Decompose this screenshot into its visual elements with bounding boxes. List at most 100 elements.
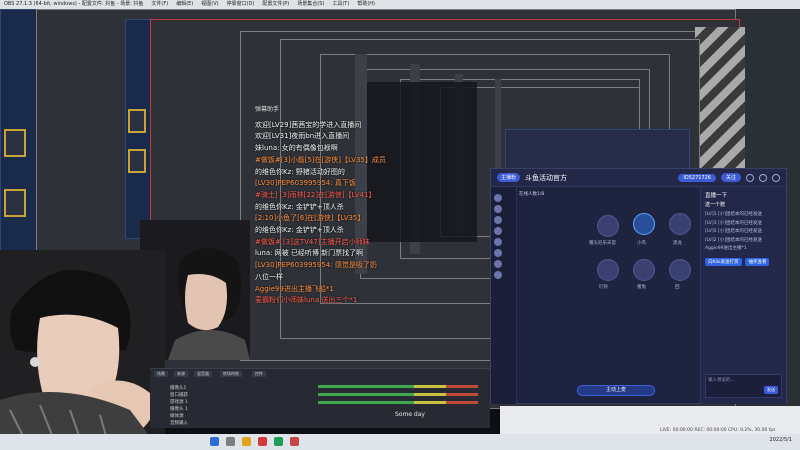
wall-picture xyxy=(128,149,146,173)
online-count: 在线人数1/8 xyxy=(519,192,545,197)
danmaku-line: [LV30]PEP603995954: 真下饭 xyxy=(255,179,356,188)
danmaku-line: 欢迎[LV29]茜茜宝的学进入直播间 xyxy=(255,120,362,129)
side-chat-line: [LV]3 [小]团结本的已经发送 xyxy=(705,220,762,226)
danmaku-line: 欢迎[LV31]夜雨bn进入直播间 xyxy=(255,132,350,141)
side-chat-line: [LV]1 [小]团结本的已经发送 xyxy=(705,212,762,217)
voice-stage: 猪头尼乐天官 小鸟 黑龙 叮铃 猪兔 回 主动上麦 xyxy=(557,187,700,404)
wall-picture xyxy=(4,129,26,157)
audio-meter xyxy=(318,401,478,404)
chip-row: 向Kiki发送打赏 抽奖查看 xyxy=(705,257,782,266)
start-icon[interactable] xyxy=(210,437,219,446)
menu-item[interactable]: 文件(F) xyxy=(151,1,168,7)
clock: 2022/5/1 xyxy=(769,437,792,443)
user-avatar[interactable] xyxy=(494,194,502,202)
close-icon[interactable] xyxy=(772,173,780,182)
side-chat-line: [LV]5 [小]团结本的已经发送 xyxy=(705,229,762,234)
danmaku-line: #骑士] [3]雨林[22]在[游侠]【LV41】 xyxy=(255,190,376,199)
audio-meter xyxy=(318,393,478,396)
online-list: 在线人数1/8 xyxy=(517,187,557,404)
user-avatar[interactable] xyxy=(494,216,502,224)
source-item[interactable]: 窗口捕获 xyxy=(170,392,290,399)
source-item[interactable]: 音频输入 xyxy=(170,420,290,427)
side-chat-line: Aggie99进出主播*1 xyxy=(705,246,747,251)
danmaku-line: Aggie99进出主播飞船*1 xyxy=(255,284,334,293)
danmaku-lines: 欢迎[LV29]茜茜宝的学进入直播间 欢迎[LV31]夜雨bn进入直播间 妹luna… xyxy=(255,120,500,307)
room-name: 斗鱼活动官方 xyxy=(525,173,568,182)
user-avatar[interactable] xyxy=(494,271,502,279)
menu-item[interactable]: 编辑(E) xyxy=(176,1,193,7)
app-icon[interactable] xyxy=(274,437,283,446)
user-avatar[interactable] xyxy=(494,249,502,257)
source-list: 摄像头1 窗口捕获 游戏源 1 摄像头 1 媒体源 音频输入 xyxy=(170,385,290,427)
app-icon[interactable] xyxy=(290,437,299,446)
source-item[interactable]: 摄像头1 xyxy=(170,385,290,392)
user-avatar[interactable] xyxy=(494,260,502,268)
danmaku-line: luna: 网被 已经听博 新门票找了啊 xyxy=(255,249,364,258)
seat-label: 猪兔 xyxy=(637,285,646,290)
menu-item[interactable]: 配置文件(P) xyxy=(262,1,289,7)
side-subtitle: 送一个赠 xyxy=(705,202,726,208)
menu-item[interactable]: 场景集合(S) xyxy=(297,1,324,7)
menu-item[interactable]: 帮助(H) xyxy=(357,1,375,7)
side-chat-panel: 直播一下 送一个赠 [LV]1 [小]团结本的已经发送 [LV]3 [小]团结本的… xyxy=(700,187,786,404)
source-item[interactable]: 游戏源 1 xyxy=(170,399,290,406)
follow-button[interactable]: 关注 xyxy=(720,173,741,182)
user-avatar[interactable] xyxy=(494,227,502,235)
danmaku-line: 的维色你Kz: 野猪活动好图的 xyxy=(255,167,345,176)
danmaku-line: [LV30]PEP603995954: 感觉是吸了奶 xyxy=(255,261,377,270)
wall-picture xyxy=(128,109,146,133)
menu-item[interactable]: 视图(V) xyxy=(201,1,218,7)
seat[interactable] xyxy=(669,213,691,235)
seat-label: 回 xyxy=(675,285,680,290)
obs-status-bar: LIVE: 00:00:00 REC: 00:00:00 CPU: 9.2%, … xyxy=(500,406,800,436)
status-text: LIVE: 00:00:00 REC: 00:00:00 CPU: 9.2%, … xyxy=(660,428,776,433)
room-id-chip[interactable]: ID5271726 xyxy=(678,173,716,182)
seat[interactable] xyxy=(633,259,655,281)
user-avatar[interactable] xyxy=(494,205,502,213)
danmaku-line: [2:10]小鱼了[6]在[游侠]【LV35】 xyxy=(255,214,365,223)
star-icon[interactable] xyxy=(746,173,754,182)
side-chat-line: [LV]2 [小]团结本的已经发送 xyxy=(705,237,762,243)
obs-docks: 场景 来源 混音器 转场特效 控件 摄像头1 窗口捕获 游戏源 1 摄像头 1 媒体源音… xyxy=(150,368,490,428)
dock-tab[interactable]: 混音器 xyxy=(194,371,212,377)
lottery-chip[interactable]: 抽奖查看 xyxy=(745,257,770,266)
folder-icon[interactable] xyxy=(242,437,251,446)
seat[interactable] xyxy=(633,213,655,235)
menu-item[interactable]: 工具(T) xyxy=(332,1,349,7)
chat-input[interactable]: 输入想说的... 发送 xyxy=(705,374,782,398)
dock-tab[interactable]: 场景 xyxy=(154,371,168,377)
danmaku-overlay: 弹幕助手 欢迎[LV29]茜茜宝的学进入直播间 欢迎[LV31]夜雨bn进入直播间… xyxy=(255,104,500,364)
face-small xyxy=(185,274,227,331)
go-on-mic-button[interactable]: 主动上麦 xyxy=(577,385,655,396)
danmaku-line: 麦霸粉们小师妹luna 送出三个*1 xyxy=(255,296,358,305)
seat-label: 猪头尼乐天官 xyxy=(589,241,616,246)
send-button[interactable]: 发送 xyxy=(764,386,778,394)
dock-tab[interactable]: 转场特效 xyxy=(220,371,242,377)
search-icon[interactable] xyxy=(226,437,235,446)
screen: OBS 27.1.3 (64-bit, windows) - 配置文件: 抖鱼 … xyxy=(0,0,800,450)
source-item[interactable]: 摄像头 1 xyxy=(170,406,290,413)
room-badge[interactable]: 主播粉 xyxy=(497,173,521,182)
obs-menubar: OBS 27.1.3 (64-bit, windows) - 配置文件: 抖鱼 … xyxy=(0,0,800,9)
danmaku-line: 八位一样 xyxy=(255,272,283,281)
danmaku-line: #做饭# [3]这TV47]主播开启小师妹 xyxy=(255,237,370,246)
dock-tab[interactable]: 控件 xyxy=(252,371,266,377)
dock-tab[interactable]: 来源 xyxy=(174,371,188,377)
earphone xyxy=(30,357,40,367)
danmaku-line: 的维色你Kz: 金铲铲+顶人杀 xyxy=(255,226,344,235)
seat[interactable] xyxy=(597,215,619,237)
live-body: 在线人数1/8 猪头尼乐天官 小鸟 黑龙 叮铃 猪兔 回 主动上麦 直播一下 送… xyxy=(491,187,786,404)
chat-input-placeholder: 输入想说的... xyxy=(708,378,735,383)
user-avatar[interactable] xyxy=(494,238,502,246)
menu-item[interactable]: 停靠窗口(D) xyxy=(227,1,255,7)
live-titlebar: 主播粉 斗鱼活动官方 ID5271726 关注 xyxy=(491,169,786,187)
side-title: 直播一下 xyxy=(705,193,728,199)
danmaku-title: 弹幕助手 xyxy=(255,106,280,113)
reward-chip[interactable]: 向Kiki发送打赏 xyxy=(705,257,742,266)
seat[interactable] xyxy=(669,259,691,281)
settings-icon[interactable] xyxy=(759,173,767,182)
app-icon[interactable] xyxy=(258,437,267,446)
source-item[interactable]: 媒体源 xyxy=(170,413,290,420)
seat[interactable] xyxy=(597,259,619,281)
menu-item: OBS 27.1.3 (64-bit, windows) - 配置文件: 抖鱼 … xyxy=(4,1,144,7)
